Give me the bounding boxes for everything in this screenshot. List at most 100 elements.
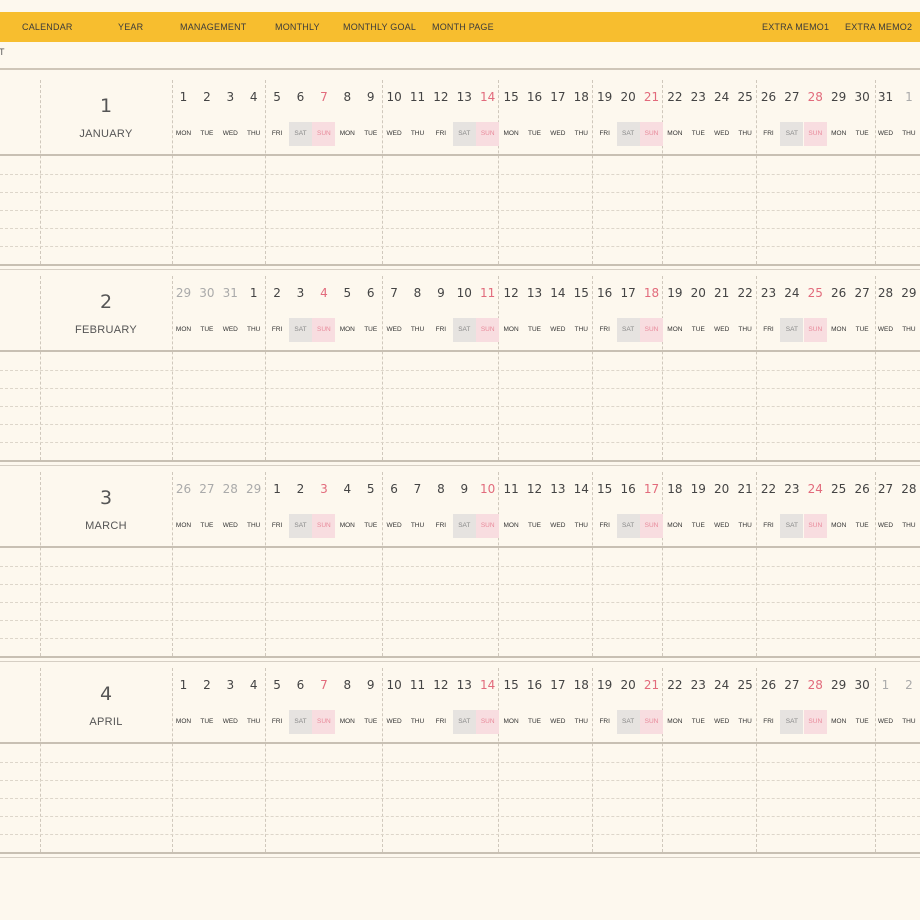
day-number[interactable]: 16 <box>593 286 616 300</box>
day-number[interactable]: 26 <box>827 286 850 300</box>
day-number[interactable]: 9 <box>359 678 382 692</box>
day-number[interactable]: 22 <box>757 482 780 496</box>
day-number[interactable]: 26 <box>757 90 780 104</box>
nav-calendar[interactable]: CALENDAR <box>22 12 73 42</box>
day-number[interactable]: 31 <box>219 286 242 300</box>
day-number[interactable]: 21 <box>640 678 663 692</box>
day-number[interactable]: 29 <box>242 482 265 496</box>
day-number[interactable]: 24 <box>710 678 733 692</box>
day-number[interactable]: 18 <box>570 678 593 692</box>
day-number[interactable]: 10 <box>383 678 406 692</box>
day-number[interactable]: 11 <box>406 678 429 692</box>
day-number[interactable]: 1 <box>172 90 195 104</box>
day-number[interactable]: 21 <box>734 482 757 496</box>
day-number[interactable]: 4 <box>336 482 359 496</box>
day-number[interactable]: 18 <box>663 482 686 496</box>
day-number[interactable]: 29 <box>827 678 850 692</box>
day-number[interactable]: 16 <box>617 482 640 496</box>
day-number[interactable]: 8 <box>336 678 359 692</box>
day-number[interactable]: 13 <box>546 482 569 496</box>
day-number[interactable]: 29 <box>897 286 920 300</box>
day-number[interactable]: 20 <box>687 286 710 300</box>
day-number[interactable]: 28 <box>804 678 827 692</box>
day-number[interactable]: 28 <box>897 482 920 496</box>
day-number[interactable]: 4 <box>242 678 265 692</box>
day-number[interactable]: 13 <box>453 90 476 104</box>
day-number[interactable]: 22 <box>663 678 686 692</box>
day-number[interactable]: 23 <box>780 482 803 496</box>
day-number[interactable]: 30 <box>851 678 874 692</box>
day-number[interactable]: 17 <box>546 90 569 104</box>
day-number[interactable]: 16 <box>523 678 546 692</box>
day-number[interactable]: 4 <box>312 286 335 300</box>
day-number[interactable]: 12 <box>500 286 523 300</box>
day-number[interactable]: 2 <box>897 678 920 692</box>
day-number[interactable]: 27 <box>195 482 218 496</box>
day-number[interactable]: 2 <box>266 286 289 300</box>
day-number[interactable]: 26 <box>172 482 195 496</box>
day-number[interactable]: 28 <box>804 90 827 104</box>
day-number[interactable]: 8 <box>336 90 359 104</box>
day-number[interactable]: 5 <box>266 90 289 104</box>
day-number[interactable]: 22 <box>663 90 686 104</box>
nav-year[interactable]: YEAR <box>118 12 143 42</box>
nav-monthly[interactable]: MONTHLY <box>275 12 320 42</box>
day-number[interactable]: 6 <box>383 482 406 496</box>
day-number[interactable]: 12 <box>429 678 452 692</box>
day-number[interactable]: 7 <box>312 678 335 692</box>
day-number[interactable]: 8 <box>406 286 429 300</box>
day-number[interactable]: 24 <box>710 90 733 104</box>
day-number[interactable]: 3 <box>219 90 242 104</box>
day-number[interactable]: 19 <box>663 286 686 300</box>
day-number[interactable]: 27 <box>851 286 874 300</box>
day-number[interactable]: 3 <box>219 678 242 692</box>
day-number[interactable]: 15 <box>570 286 593 300</box>
day-number[interactable]: 15 <box>500 678 523 692</box>
day-number[interactable]: 1 <box>242 286 265 300</box>
day-number[interactable]: 14 <box>546 286 569 300</box>
day-number[interactable]: 5 <box>359 482 382 496</box>
nav-month-page[interactable]: MONTH PAGE <box>432 12 494 42</box>
day-number[interactable]: 26 <box>851 482 874 496</box>
day-number[interactable]: 17 <box>640 482 663 496</box>
day-number[interactable]: 27 <box>780 90 803 104</box>
day-number[interactable]: 21 <box>710 286 733 300</box>
day-number[interactable]: 29 <box>172 286 195 300</box>
day-number[interactable]: 24 <box>804 482 827 496</box>
day-number[interactable]: 9 <box>359 90 382 104</box>
day-number[interactable]: 9 <box>429 286 452 300</box>
day-number[interactable]: 10 <box>476 482 499 496</box>
day-number[interactable]: 19 <box>593 90 616 104</box>
day-number[interactable]: 30 <box>851 90 874 104</box>
day-number[interactable]: 1 <box>874 678 897 692</box>
day-number[interactable]: 15 <box>593 482 616 496</box>
day-number[interactable]: 27 <box>874 482 897 496</box>
nav-extra-memo2[interactable]: EXTRA MEMO2 <box>845 12 912 42</box>
day-number[interactable]: 6 <box>289 90 312 104</box>
day-number[interactable]: 12 <box>429 90 452 104</box>
day-number[interactable]: 16 <box>523 90 546 104</box>
day-number[interactable]: 9 <box>453 482 476 496</box>
nav-monthly-goal[interactable]: MONTHLY GOAL <box>343 12 416 42</box>
day-number[interactable]: 2 <box>195 90 218 104</box>
day-number[interactable]: 22 <box>734 286 757 300</box>
day-number[interactable]: 27 <box>780 678 803 692</box>
day-number[interactable]: 20 <box>617 90 640 104</box>
day-number[interactable]: 14 <box>476 678 499 692</box>
day-number[interactable]: 18 <box>570 90 593 104</box>
day-number[interactable]: 11 <box>406 90 429 104</box>
day-number[interactable]: 19 <box>687 482 710 496</box>
day-number[interactable]: 7 <box>406 482 429 496</box>
day-number[interactable]: 23 <box>687 90 710 104</box>
day-number[interactable]: 10 <box>383 90 406 104</box>
day-number[interactable]: 5 <box>336 286 359 300</box>
day-number[interactable]: 25 <box>804 286 827 300</box>
day-number[interactable]: 10 <box>453 286 476 300</box>
day-number[interactable]: 3 <box>289 286 312 300</box>
day-number[interactable]: 31 <box>874 90 897 104</box>
day-number[interactable]: 20 <box>617 678 640 692</box>
day-number[interactable]: 1 <box>172 678 195 692</box>
day-number[interactable]: 1 <box>266 482 289 496</box>
nav-extra-memo1[interactable]: EXTRA MEMO1 <box>762 12 829 42</box>
day-number[interactable]: 21 <box>640 90 663 104</box>
